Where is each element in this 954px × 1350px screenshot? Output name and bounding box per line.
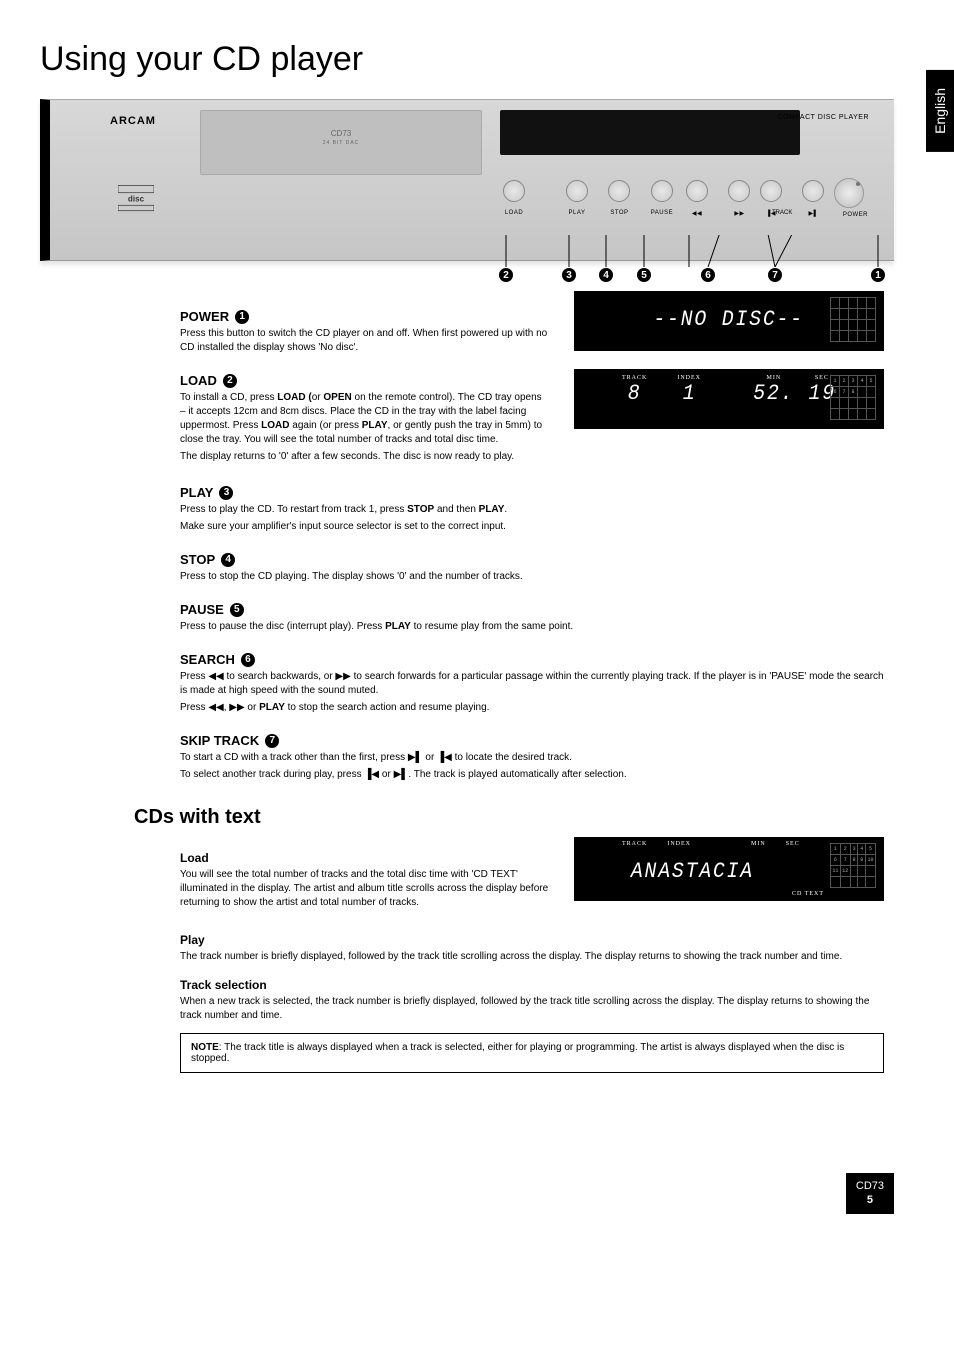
skip-text-1: To start a CD with a track other than th…: [180, 751, 884, 765]
cd-tray: CD73 24 BIT DAC: [200, 110, 482, 175]
callout-2: 2: [499, 268, 513, 282]
callout-6: 6: [701, 268, 715, 282]
search-fwd-button[interactable]: ▶▶: [728, 180, 750, 202]
track-prev-button[interactable]: ▐◀: [760, 180, 782, 202]
compact-disc-logo-icon: disc: [118, 185, 154, 213]
ct-play-heading: Play: [180, 933, 884, 947]
brand-label: ARCAM: [110, 115, 156, 127]
page-footer: CD73 5: [40, 1173, 894, 1214]
callout-5: 5: [637, 268, 651, 282]
stop-heading: STOP4: [180, 552, 884, 567]
ct-load-heading: Load: [180, 851, 549, 865]
callout-4: 4: [599, 268, 613, 282]
play-button[interactable]: PLAY: [566, 180, 588, 202]
lcd-grid-icon: 12345678: [830, 375, 876, 415]
load-button[interactable]: LOAD: [503, 180, 525, 202]
device-display: [500, 110, 800, 155]
stop-text: Press to stop the CD playing. The displa…: [180, 570, 884, 584]
load-text-1: To install a CD, press LOAD (or OPEN on …: [180, 391, 549, 447]
pause-text: Press to pause the disc (interrupt play)…: [180, 620, 884, 634]
skip-text-2: To select another track during play, pre…: [180, 768, 884, 782]
lcd-grid-icon: [830, 297, 876, 337]
power-button[interactable]: [834, 178, 864, 208]
search-text-1: Press ◀◀ to search backwards, or ▶▶ to s…: [180, 670, 884, 698]
power-heading: POWER 1: [180, 309, 549, 324]
play-heading: PLAY3: [180, 485, 884, 500]
load-text-2: The display returns to '0' after a few s…: [180, 450, 549, 464]
track-label: TRACK: [772, 210, 792, 216]
ct-load-text: You will see the total number of tracks …: [180, 868, 549, 910]
track-next-button[interactable]: ▶▌: [802, 180, 824, 202]
cds-with-text-heading: CDs with text: [134, 806, 884, 829]
device-type-label: COMPACT DISC PLAYER: [777, 114, 869, 121]
page-title: Using your CD player: [40, 40, 894, 79]
skip-heading: SKIP TRACK7: [180, 733, 884, 748]
tray-sub: 24 BIT DAC: [201, 140, 481, 146]
language-tab: English: [926, 70, 954, 152]
stop-button[interactable]: STOP: [608, 180, 630, 202]
callout-3: 3: [562, 268, 576, 282]
pause-heading: PAUSE5: [180, 602, 884, 617]
svg-text:disc: disc: [128, 195, 145, 204]
callout-7: 7: [768, 268, 782, 282]
tray-model: CD73: [331, 129, 351, 138]
play-text-2: Make sure your amplifier's input source …: [180, 520, 884, 534]
power-label: POWER: [843, 212, 868, 218]
callout-1: 1: [871, 268, 885, 282]
lcd-track-time: TRACK8 INDEX1 MIN52. SEC19 12345678: [574, 369, 884, 429]
search-heading: SEARCH6: [180, 652, 884, 667]
cd-player-illustration: ARCAM CD73 24 BIT DAC COMPACT DISC PLAYE…: [40, 99, 894, 261]
note-box: NOTE: The track title is always displaye…: [180, 1033, 884, 1073]
pause-button[interactable]: PAUSE: [651, 180, 673, 202]
lcd-cd-text: TRACK INDEX MIN SEC ANASTACIA CD TEXT 12…: [574, 837, 884, 901]
ct-play-text: The track number is briefly displayed, f…: [180, 950, 884, 964]
power-text: Press this button to switch the CD playe…: [180, 327, 549, 355]
search-text-2: Press ◀◀, ▶▶ or PLAY to stop the search …: [180, 701, 884, 715]
search-back-button[interactable]: ◀◀: [686, 180, 708, 202]
load-heading: LOAD 2: [180, 373, 549, 388]
lcd-no-disc: --NO DISC--: [574, 291, 884, 351]
ct-tracksel-text: When a new track is selected, the track …: [180, 995, 884, 1023]
lcd-grid-icon: 12345 678910 1112: [830, 843, 876, 883]
play-text-1: Press to play the CD. To restart from tr…: [180, 503, 884, 517]
ct-tracksel-heading: Track selection: [180, 978, 884, 992]
